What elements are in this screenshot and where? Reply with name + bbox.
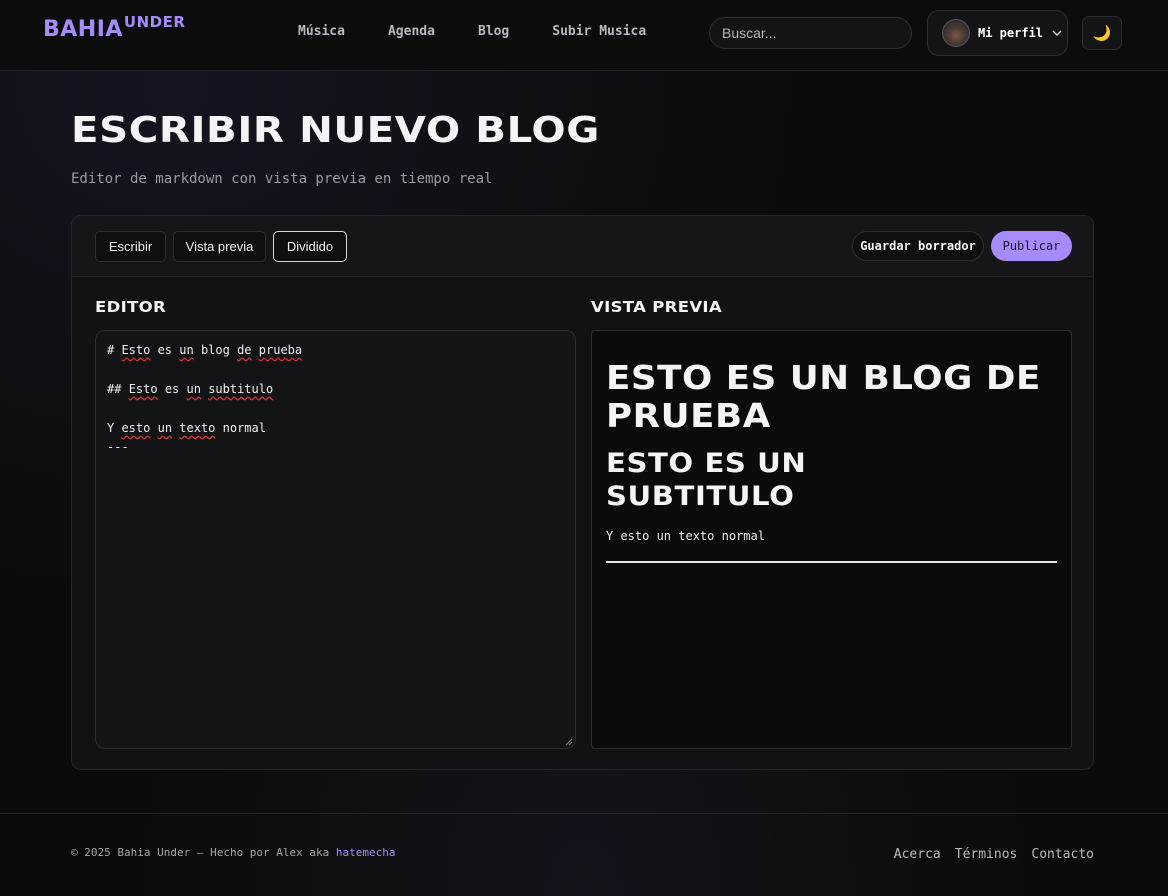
preview-h2: ESTO ES UN SUBTITULO	[606, 448, 807, 512]
editor-line: ## Esto es un subtitulo	[107, 381, 274, 396]
editor-line: ---	[107, 439, 129, 454]
nav-link-musica[interactable]: Música	[298, 24, 345, 39]
main-nav: Música Agenda Blog Subir Musica	[298, 24, 689, 39]
preview-heading: VISTA PREVIA	[591, 298, 723, 316]
tab-dividido[interactable]: Dividido	[273, 231, 347, 262]
markdown-editor-textarea[interactable]: # Esto es un blog de prueba ## Esto es u…	[95, 330, 576, 749]
author-link[interactable]: hatemecha	[336, 846, 396, 859]
tab-vista-previa[interactable]: Vista previa	[173, 231, 266, 262]
avatar	[942, 19, 970, 47]
editor-line: Y esto un texto normal	[107, 420, 266, 435]
blog-editor-card: Escribir Vista previa Dividido Guardar b…	[71, 215, 1094, 770]
nav-link-agenda[interactable]: Agenda	[388, 24, 435, 39]
preview-divider	[606, 561, 1057, 563]
footer-link-contacto[interactable]: Contacto	[1031, 847, 1094, 862]
editor-heading: EDITOR	[95, 298, 167, 316]
footer-copyright: © 2025 Bahia Under — Hecho por Alex aka …	[71, 846, 396, 859]
save-draft-button[interactable]: Guardar borrador	[852, 231, 984, 261]
site-header: BAHIAUNDER Música Agenda Blog Subir Musi…	[0, 0, 1168, 71]
logo-main: BAHIA	[43, 17, 123, 42]
copyright-text: © 2025 Bahia Under — Hecho por Alex aka	[71, 846, 336, 859]
nav-link-blog[interactable]: Blog	[478, 24, 509, 39]
profile-menu-button[interactable]: Mi perfil	[927, 10, 1068, 56]
publish-button[interactable]: Publicar	[991, 231, 1072, 261]
editor-line: # Esto es un blog de prueba	[107, 343, 303, 357]
site-footer: © 2025 Bahia Under — Hecho por Alex aka …	[0, 813, 1168, 896]
logo-sup: UNDER	[123, 13, 186, 31]
theme-toggle-button[interactable]: 🌙	[1082, 16, 1122, 50]
search-input[interactable]	[709, 17, 912, 49]
preview-paragraph: Y esto un texto normal	[606, 529, 765, 543]
preview-h1: ESTO ES UN BLOG DE PRUEBA	[606, 358, 1041, 435]
page-title: ESCRIBIR NUEVO BLOG	[71, 110, 600, 151]
editor-toolbar: Escribir Vista previa Dividido Guardar b…	[72, 216, 1093, 277]
page-subtitle: Editor de markdown con vista previa en t…	[71, 171, 493, 187]
chevron-down-icon	[1052, 30, 1062, 36]
markdown-preview: ESTO ES UN BLOG DE PRUEBA ESTO ES UN SUB…	[591, 330, 1072, 749]
moon-icon: 🌙	[1092, 24, 1112, 42]
footer-links: Acerca Términos Contacto	[880, 847, 1094, 862]
resize-handle-icon[interactable]	[565, 738, 573, 746]
profile-label: Mi perfil	[978, 26, 1044, 40]
nav-link-subir-musica[interactable]: Subir Musica	[552, 24, 646, 39]
footer-link-acerca[interactable]: Acerca	[894, 847, 941, 862]
footer-link-terminos[interactable]: Términos	[955, 847, 1018, 862]
site-logo[interactable]: BAHIAUNDER	[43, 13, 185, 42]
tab-escribir[interactable]: Escribir	[95, 231, 166, 262]
